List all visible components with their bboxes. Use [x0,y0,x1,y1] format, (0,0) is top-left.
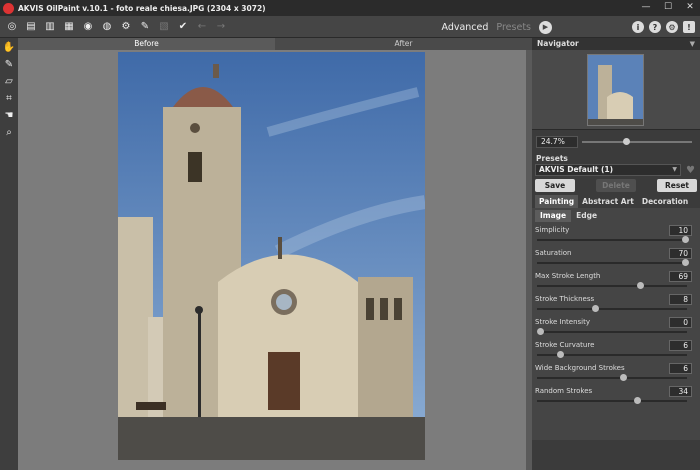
param-value-input[interactable]: 10 [669,225,692,236]
mode-advanced[interactable]: Advanced [441,22,488,33]
tab-abstract-art[interactable]: Abstract Art [578,195,638,208]
navigator-preview[interactable] [532,50,700,130]
parameter-list: Simplicity 10 Saturation 70 Max Stroke Lengt… [532,222,700,440]
param-slider[interactable] [537,282,687,289]
eraser-icon[interactable]: ▱ [2,75,16,88]
settings-panel: Navigator ▼ 24.7% Presets AKVIS Default … [532,38,700,470]
navigator-thumbnail[interactable] [587,54,644,126]
pencil-icon[interactable]: ✎ [2,58,16,71]
app-logo-icon [3,2,14,14]
param-value-input[interactable]: 0 [669,317,692,328]
param-slider[interactable] [537,236,689,243]
tab-before[interactable]: Before [18,38,275,50]
settings-icon[interactable]: ⚙ [119,20,133,34]
notification-icon[interactable]: ! [683,21,695,33]
save-preset-button[interactable]: Save [535,179,575,192]
plugins-icon[interactable]: ◍ [100,20,114,34]
apply-icon[interactable]: ✔ [176,20,190,34]
crop-icon[interactable]: ⌗ [2,92,16,105]
open-icon[interactable]: ◎ [5,20,19,34]
param-value-input[interactable]: 34 [669,386,692,397]
redo-icon[interactable]: → [214,20,228,34]
param-slider[interactable] [537,259,689,266]
mode-presets[interactable]: Presets [496,22,531,33]
param-slider[interactable] [537,351,687,358]
param-slider-handle[interactable] [682,236,689,243]
param-slider-handle[interactable] [634,397,642,404]
minimize-button[interactable]: — [640,2,652,12]
param-value-input[interactable]: 6 [669,363,692,374]
hand-icon[interactable]: ☚ [2,109,16,122]
tab-decoration[interactable]: Decoration [638,195,692,208]
print-icon[interactable]: ▦ [62,20,76,34]
chevron-down-icon: ▼ [672,166,677,173]
title-bar: AKVIS OilPaint v.10.1 - foto reale chies… [0,0,700,16]
tab-edge[interactable]: Edge [571,210,602,222]
navigator-header: Navigator ▼ [532,38,700,50]
window-title: AKVIS OilPaint v.10.1 - foto reale chies… [18,3,266,13]
church-photo[interactable] [118,52,425,460]
save-icon[interactable]: ▥ [43,20,57,34]
param-row: Wide Background Strokes 6 [532,362,700,385]
param-row: Random Strokes 34 [532,385,700,408]
presets-label: Presets [536,154,568,163]
tab-painting[interactable]: Painting [535,195,579,208]
canvas-icon[interactable]: ▧ [157,20,171,34]
share-icon[interactable]: ◉ [81,20,95,34]
thumbnail-illustration [588,55,643,125]
param-slider-handle[interactable] [619,374,627,381]
param-row: Stroke Thickness 8 [532,293,700,316]
run-button[interactable]: ▶ [539,20,552,34]
reset-button[interactable]: Reset [657,179,697,192]
param-slider[interactable] [537,305,687,312]
param-value-input[interactable]: 6 [669,340,692,351]
gear-icon[interactable]: ⚙ [666,21,678,33]
zoom-slider-handle[interactable] [623,138,631,145]
tab-after[interactable]: After [275,38,532,50]
hand-brush-icon[interactable]: ✋ [2,41,16,54]
navigator-title: Navigator [537,39,579,48]
param-value-input[interactable]: 8 [669,294,692,305]
param-row: Saturation 70 [532,247,700,270]
param-row: Stroke Intensity 0 [532,316,700,339]
help-icon[interactable]: ? [649,21,661,33]
image-canvas: Before After [18,38,532,470]
zoom-input[interactable]: 24.7% [536,136,578,148]
param-slider-handle[interactable] [682,259,689,266]
preset-selected-value: AKVIS Default (1) [539,165,614,174]
maximize-button[interactable]: ☐ [662,2,674,12]
chevron-down-icon[interactable]: ▼ [690,38,695,50]
param-row: Stroke Curvature 6 [532,339,700,362]
zoom-icon[interactable]: ⌕ [2,126,16,139]
param-slider[interactable] [537,374,687,381]
param-row: Simplicity 10 [532,224,700,247]
preset-select[interactable]: AKVIS Default (1) ▼ [535,164,681,176]
param-value-input[interactable]: 69 [669,271,692,282]
info-icon[interactable]: i [632,21,644,33]
toolbar: ◎ ▤ ▥ ▦ ◉ ◍ ⚙ ✎ ▧ ✔ ← → Advanced Presets… [0,16,700,38]
param-value-input[interactable]: 70 [669,248,692,259]
param-slider-handle[interactable] [637,282,645,289]
favorite-heart-icon[interactable]: ♥ [686,165,695,176]
param-slider-handle[interactable] [557,351,565,358]
param-slider[interactable] [537,328,687,335]
delete-preset-button[interactable]: Delete [596,179,636,192]
close-button[interactable]: ✕ [684,2,696,12]
undo-icon[interactable]: ← [195,20,209,34]
param-slider-handle[interactable] [537,328,544,335]
param-slider[interactable] [537,397,687,404]
param-slider-handle[interactable] [592,305,600,312]
open-batch-icon[interactable]: ▤ [24,20,38,34]
tool-panel: ✋ ✎ ▱ ⌗ ☚ ⌕ [0,38,18,470]
param-row: Max Stroke Length 69 [532,270,700,293]
zoom-slider[interactable] [582,138,692,145]
church-illustration [118,52,425,460]
background-icon[interactable]: ✎ [138,20,152,34]
tab-image[interactable]: Image [535,210,572,222]
